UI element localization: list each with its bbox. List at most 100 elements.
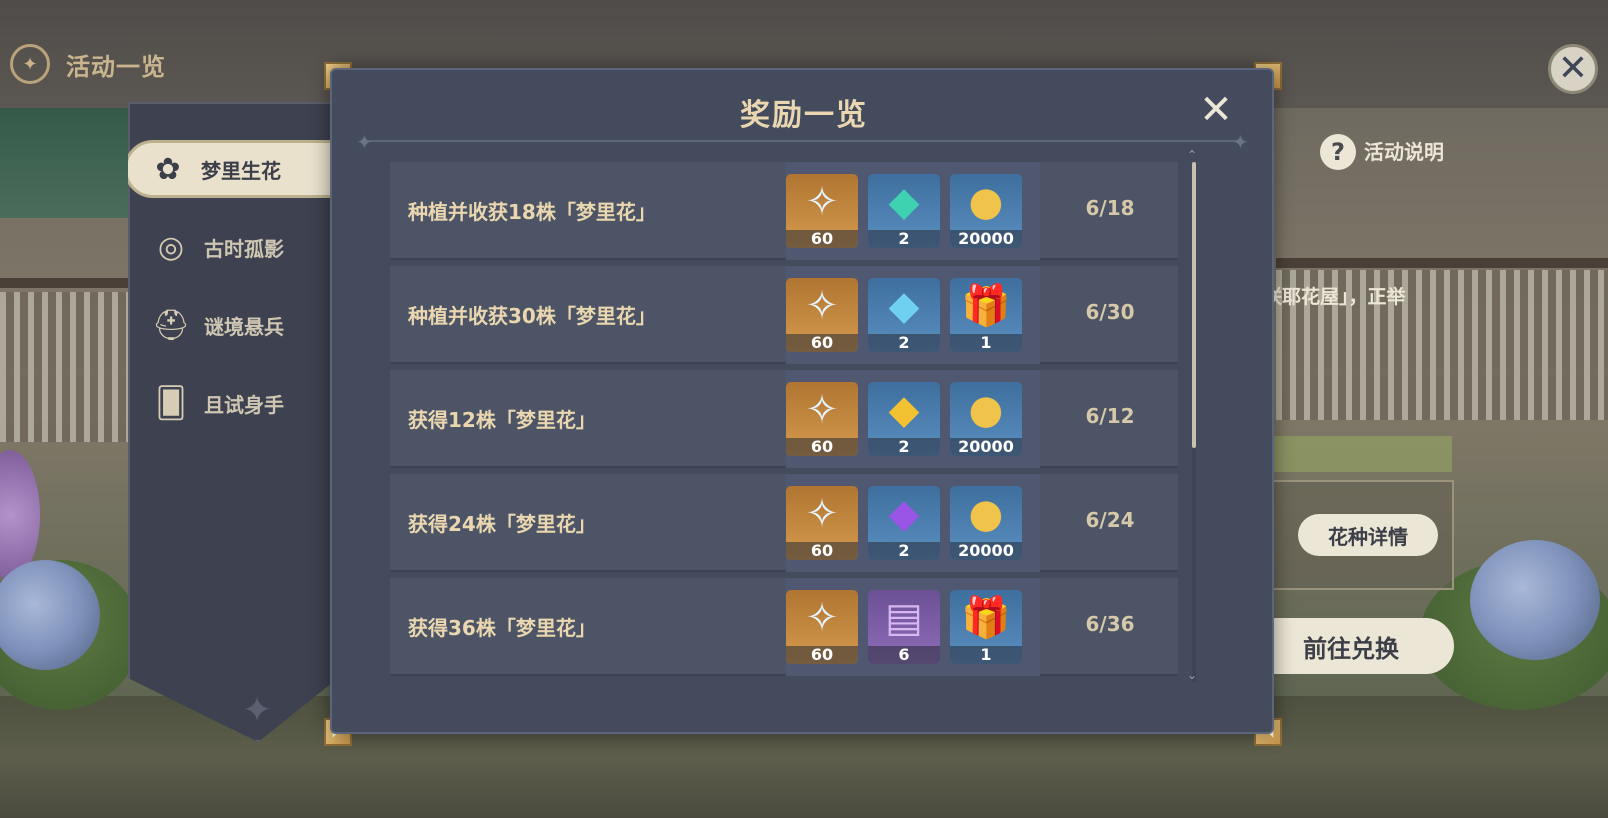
task-progress: 6/36 xyxy=(1085,612,1135,636)
go-exchange-button[interactable]: 前往兑换 xyxy=(1248,618,1454,674)
divider-star-icon: ✦ xyxy=(356,130,373,154)
primogem-icon: ✧ xyxy=(805,387,839,433)
reward-item[interactable]: ◆ 2 xyxy=(868,174,940,248)
reward-count: 60 xyxy=(786,542,858,560)
reward-count: 20000 xyxy=(950,542,1022,560)
close-icon: ✕ xyxy=(1199,87,1233,133)
reward-items: ✧ 60 ▤ 6 🎁 1 xyxy=(786,578,1040,676)
task-progress: 6/30 xyxy=(1085,300,1135,324)
activity-help-link[interactable]: 活动说明 xyxy=(1364,136,1444,165)
reward-item[interactable]: ✧ 60 xyxy=(786,278,858,352)
task-label: 种植并收获30株「梦里花」 xyxy=(408,304,656,328)
reward-item[interactable]: ✧ 60 xyxy=(786,174,858,248)
sidebar-item-test-skills[interactable]: 🂠 且试身手 xyxy=(130,374,338,432)
sidebar-item-label: 且试身手 xyxy=(204,392,284,417)
reward-row: 获得12株「梦里花」 ✧ 60 ◆ 2 ● 20000 6/12 xyxy=(390,370,1178,468)
reward-item[interactable]: ✧ 60 xyxy=(786,486,858,560)
reward-row: 种植并收获18株「梦里花」 ✧ 60 ◆ 2 ● 20000 6/18 xyxy=(390,162,1178,260)
reward-item[interactable]: ▤ 6 xyxy=(868,590,940,664)
sidebar-item-dream-flowers[interactable]: ✿ 梦里生花 xyxy=(128,140,334,198)
reward-item[interactable]: ◆ 2 xyxy=(868,278,940,352)
background-beam xyxy=(1276,258,1608,268)
reward-items: ✧ 60 ◆ 2 ● 20000 xyxy=(786,474,1040,572)
reward-count: 20000 xyxy=(950,438,1022,456)
task-label: 获得24株「梦里花」 xyxy=(408,512,596,536)
dialog-title: 奖励一览 xyxy=(740,98,868,133)
reward-count: 60 xyxy=(786,334,858,352)
reward-row: 种植并收获30株「梦里花」 ✧ 60 ◆ 2 🎁 1 6/30 xyxy=(390,266,1178,364)
task-progress: 6/24 xyxy=(1085,508,1135,532)
purple-crystal-icon: ◆ xyxy=(888,491,920,537)
samurai-helmet-icon: ⛑ xyxy=(151,307,191,343)
reward-count: 60 xyxy=(786,646,858,664)
sidebar-item-label: 古时孤影 xyxy=(204,236,284,261)
reward-count: 6 xyxy=(868,646,940,664)
mora-coin-icon: ● xyxy=(968,179,1004,225)
seed-details-button[interactable]: 花种详情 xyxy=(1298,514,1438,556)
flower-pot-icon: ✿ xyxy=(155,151,181,187)
compass-ring-icon: ◎ xyxy=(157,229,185,265)
reward-item[interactable]: ✧ 60 xyxy=(786,382,858,456)
task-progress: 6/12 xyxy=(1085,404,1135,428)
reward-item[interactable]: 🎁 1 xyxy=(950,590,1022,664)
gold-crystal-icon: ◆ xyxy=(888,387,920,433)
primogem-icon: ✧ xyxy=(805,283,839,329)
close-icon: ✕ xyxy=(1557,48,1589,89)
reward-item[interactable]: ◆ 2 xyxy=(868,486,940,560)
scroll-down-icon: ⌄ xyxy=(1187,668,1198,682)
activity-header-title: 活动一览 xyxy=(66,52,166,81)
star-ornament-icon: ✦ xyxy=(242,690,273,731)
scroll-up-icon: ⌃ xyxy=(1187,148,1198,162)
activity-header: ✦ 活动一览 xyxy=(10,44,166,84)
reward-list[interactable]: 种植并收获18株「梦里花」 ✧ 60 ◆ 2 ● 20000 6/18 种植并收获30株「梦里花… xyxy=(390,162,1178,682)
task-label: 获得12株「梦里花」 xyxy=(408,408,596,432)
reward-items: ✧ 60 ◆ 2 ● 20000 xyxy=(786,162,1040,260)
rewards-overview-dialog: 奖励一览 ✕ ✦ ✦ 种植并收获18株「梦里花」 ✧ 60 ◆ 2 ● 20000 6/18 种… xyxy=(330,68,1274,734)
hydrangea-bush xyxy=(1470,540,1600,660)
reward-item[interactable]: ● 20000 xyxy=(950,382,1022,456)
primogem-icon: ✧ xyxy=(805,179,839,225)
reward-items: ✧ 60 ◆ 2 ● 20000 xyxy=(786,370,1040,468)
reward-item[interactable]: ◆ 2 xyxy=(868,382,940,456)
sidebar-item-ancient-shadow[interactable]: ◎ 古时孤影 xyxy=(130,218,338,276)
reward-count: 2 xyxy=(868,230,940,248)
sidebar-item-label: 梦里生花 xyxy=(201,158,281,183)
reward-row: 获得24株「梦里花」 ✧ 60 ◆ 2 ● 20000 6/24 xyxy=(390,474,1178,572)
mora-coin-icon: ● xyxy=(968,387,1004,433)
reward-count: 60 xyxy=(786,230,858,248)
reward-count: 60 xyxy=(786,438,858,456)
reward-item[interactable]: ● 20000 xyxy=(950,486,1022,560)
reward-count: 2 xyxy=(868,334,940,352)
teal-crystal-icon: ◆ xyxy=(888,179,920,225)
reward-count: 2 xyxy=(868,542,940,560)
gift-box-icon: 🎁 xyxy=(961,283,1011,329)
reward-item[interactable]: ● 20000 xyxy=(950,174,1022,248)
help-icon[interactable]: ? xyxy=(1320,134,1356,170)
primogem-icon: ✧ xyxy=(805,595,839,641)
reward-item[interactable]: ✧ 60 xyxy=(786,590,858,664)
reward-row: 获得36株「梦里花」 ✧ 60 ▤ 6 🎁 1 6/36 xyxy=(390,578,1178,676)
task-label: 获得36株「梦里花」 xyxy=(408,616,596,640)
reward-count: 1 xyxy=(950,334,1022,352)
reward-item[interactable]: 🎁 1 xyxy=(950,278,1022,352)
background-beam xyxy=(0,278,130,288)
compass-icon: ✦ xyxy=(10,44,50,84)
gift-box-icon: 🎁 xyxy=(961,595,1011,641)
sidebar-item-label: 谜境悬兵 xyxy=(204,314,284,339)
divider-star-icon: ✦ xyxy=(1232,130,1249,154)
title-divider xyxy=(368,140,1240,142)
mora-coin-icon: ● xyxy=(968,491,1004,537)
reward-items: ✧ 60 ◆ 2 🎁 1 xyxy=(786,266,1040,364)
scrollbar-thumb[interactable] xyxy=(1192,162,1196,448)
task-label: 种植并收获18株「梦里花」 xyxy=(408,200,656,224)
background-banner xyxy=(1272,436,1452,472)
sidebar-item-mystery-soldiers[interactable]: ⛑ 谜境悬兵 xyxy=(130,296,338,354)
primogem-icon: ✧ xyxy=(805,491,839,537)
hero-wit-book-icon: ▤ xyxy=(885,595,923,641)
close-dialog-button[interactable]: ✕ xyxy=(1196,90,1236,130)
reward-count: 2 xyxy=(868,438,940,456)
blue-crystal-icon: ◆ xyxy=(888,283,920,329)
background-roof xyxy=(0,108,150,218)
close-activity-button[interactable]: ✕ xyxy=(1548,44,1598,94)
task-progress: 6/18 xyxy=(1085,196,1135,220)
